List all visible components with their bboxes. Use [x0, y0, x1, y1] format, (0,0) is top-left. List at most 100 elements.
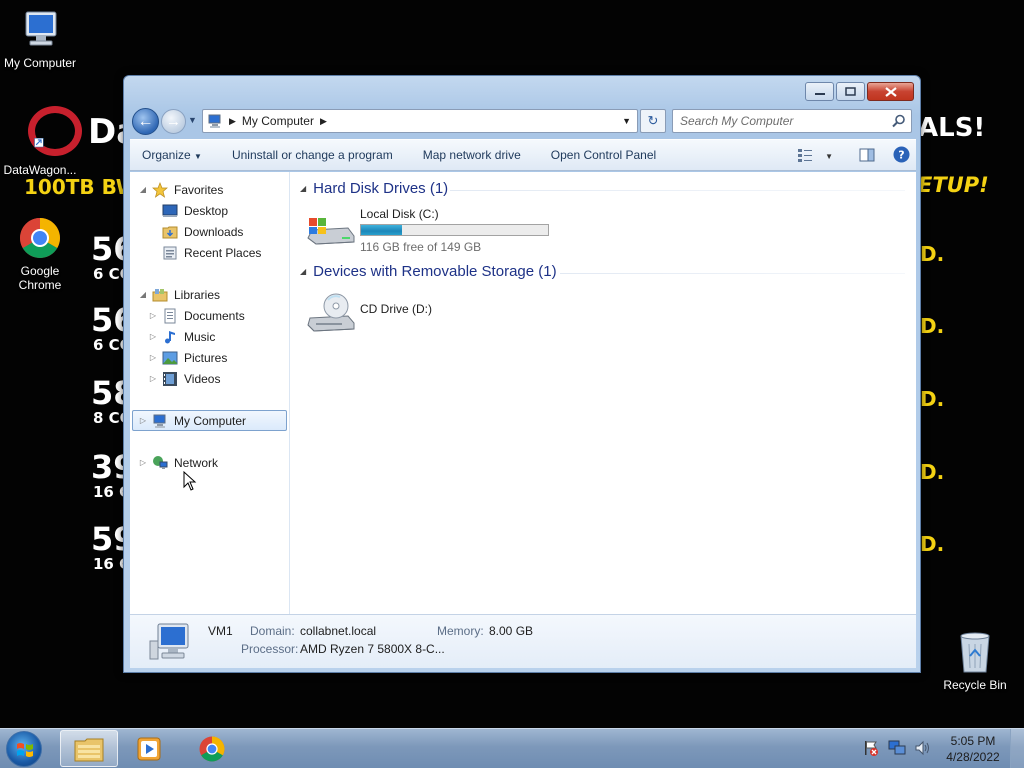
address-history-dropdown[interactable]: ▼ — [622, 116, 631, 126]
downloads-folder-icon — [162, 226, 178, 238]
nav-item-libraries[interactable]: ◢ Libraries — [138, 284, 220, 305]
collapsed-icon[interactable]: ▷ — [138, 458, 148, 467]
nav-item-downloads[interactable]: Downloads — [162, 221, 243, 242]
minimize-button[interactable] — [805, 82, 834, 101]
breadcrumb-separator-icon[interactable]: ▶ — [229, 116, 236, 127]
map-network-drive-button[interactable]: Map network drive — [423, 148, 521, 162]
action-center-flag-icon[interactable] — [862, 739, 880, 760]
search-input[interactable] — [680, 111, 890, 131]
preview-pane-button[interactable] — [859, 148, 875, 165]
collapsed-icon[interactable]: ▷ — [148, 353, 158, 362]
group-title: Hard Disk Drives (1) — [313, 180, 449, 197]
music-icon — [165, 330, 175, 343]
volume-icon[interactable] — [914, 739, 932, 760]
nav-item-favorites[interactable]: ◢ Favorites — [138, 179, 223, 200]
show-desktop-button[interactable] — [1010, 729, 1024, 768]
desktop-icon-label: DataWagon... — [3, 163, 77, 177]
collapsed-icon[interactable]: ▷ — [148, 332, 158, 341]
nav-item-music[interactable]: ▷ Music — [148, 326, 215, 347]
clock-date: 4/28/2022 — [946, 750, 1000, 764]
collapsed-icon[interactable]: ▷ — [148, 374, 158, 383]
nav-label: Documents — [184, 308, 245, 323]
network-status-icon[interactable] — [888, 739, 906, 760]
pictures-icon — [162, 351, 178, 364]
desktop-icon-label: Google Chrome — [18, 264, 62, 292]
forward-button[interactable]: → — [161, 109, 186, 134]
wallpaper-dot: D. — [920, 460, 945, 484]
back-button[interactable]: ← — [132, 108, 159, 135]
wallpaper-headline: 100TB BW — [24, 175, 138, 199]
wallpaper-dot: D. — [920, 242, 945, 266]
clock-time: 5:05 PM — [950, 734, 996, 748]
desktop-icon-label: Recycle Bin — [943, 678, 1007, 692]
group-header-removable-storage[interactable]: ◢ Devices with Removable Storage (1) — [300, 263, 557, 280]
open-control-panel-button[interactable]: Open Control Panel — [551, 148, 656, 162]
nav-label: Favorites — [174, 182, 224, 197]
view-options-icon — [798, 148, 813, 162]
taskbar-google-chrome[interactable] — [183, 730, 241, 767]
explorer-window[interactable]: ← → ▼ ▶ My Computer ▶ ▼ ↻ Organize ▼ Uni… — [123, 75, 921, 673]
refresh-button[interactable]: ↻ — [640, 109, 666, 133]
nav-item-my-computer[interactable]: ▷ My Computer — [132, 410, 287, 431]
mouse-cursor-icon — [183, 471, 197, 491]
nav-label: My Computer — [174, 413, 247, 428]
desktop-icon-my-computer[interactable]: My Computer — [0, 8, 80, 70]
nav-label: Libraries — [174, 287, 221, 302]
close-button[interactable] — [867, 82, 914, 101]
expanded-icon[interactable]: ◢ — [138, 290, 148, 299]
desktop-icon-datawagon[interactable]: DataWagon... — [0, 135, 80, 177]
wallpaper-dot: D. — [920, 387, 945, 411]
help-icon: ? — [893, 146, 910, 163]
nav-item-recent-places[interactable]: Recent Places — [162, 242, 261, 263]
view-dropdown-icon[interactable]: ▼ — [825, 152, 833, 161]
drive-info: Local Disk (C:) 116 GB free of 149 GB — [360, 207, 549, 254]
organize-label: Organize — [142, 148, 191, 162]
minimize-icon — [814, 92, 825, 95]
expanded-icon[interactable]: ◢ — [300, 184, 306, 193]
drive-local-disk-c[interactable]: Local Disk (C:) 116 GB free of 149 GB — [306, 207, 549, 254]
my-computer-icon — [208, 114, 221, 128]
nav-item-documents[interactable]: ▷ Documents — [148, 305, 245, 326]
taskbar-media-player[interactable] — [120, 730, 178, 767]
nav-item-pictures[interactable]: ▷ Pictures — [148, 347, 227, 368]
cd-drive-icon — [307, 293, 355, 332]
taskbar-clock[interactable]: 5:05 PM 4/28/2022 — [940, 733, 1006, 765]
close-icon — [884, 86, 897, 97]
datawagon-shortcut-icon — [34, 138, 44, 148]
group-header-hard-disk-drives[interactable]: ◢ Hard Disk Drives (1) — [300, 180, 448, 197]
collapsed-icon[interactable]: ▷ — [148, 311, 158, 320]
expanded-icon[interactable]: ◢ — [300, 267, 306, 276]
search-icon[interactable] — [892, 114, 906, 128]
libraries-icon — [152, 288, 168, 301]
organize-menu[interactable]: Organize ▼ — [142, 148, 202, 162]
nav-label: Videos — [184, 371, 221, 386]
view-controls: ▼ ? — [797, 146, 910, 166]
uninstall-program-button[interactable]: Uninstall or change a program — [232, 148, 393, 162]
expanded-icon[interactable]: ◢ — [138, 185, 148, 194]
change-view-button[interactable] — [797, 148, 813, 165]
collapsed-icon[interactable]: ▷ — [138, 416, 148, 425]
nav-item-desktop[interactable]: Desktop — [162, 200, 228, 221]
nav-item-videos[interactable]: ▷ Videos — [148, 368, 220, 389]
search-box[interactable] — [672, 109, 912, 133]
breadcrumb-my-computer[interactable]: My Computer — [242, 114, 314, 128]
recent-pages-dropdown[interactable]: ▼ — [188, 115, 197, 125]
group-divider — [450, 190, 905, 191]
taskbar-windows-explorer[interactable] — [60, 730, 118, 767]
windows-explorer-icon — [74, 738, 104, 761]
computer-name: VM1 — [208, 624, 233, 638]
wallpaper-dot: D. — [920, 314, 945, 338]
wallpaper-right-sub: ETUP! — [918, 173, 989, 197]
desktop-icon-google-chrome[interactable]: Google Chrome — [0, 216, 80, 292]
group-divider — [560, 273, 905, 274]
breadcrumb-separator-icon[interactable]: ▶ — [320, 116, 327, 127]
nav-item-network[interactable]: ▷ Network — [138, 452, 218, 473]
help-button[interactable]: ? — [893, 146, 910, 166]
maximize-button[interactable] — [836, 82, 865, 101]
address-bar[interactable]: ▶ My Computer ▶ ▼ — [202, 109, 638, 133]
drive-cd-drive-d[interactable]: CD Drive (D:) — [306, 292, 432, 336]
desktop-icon-recycle-bin[interactable]: Recycle Bin — [935, 630, 1015, 692]
nav-label: Downloads — [184, 224, 244, 239]
taskbar: 5:05 PM 4/28/2022 — [0, 728, 1024, 768]
start-button[interactable] — [6, 731, 42, 767]
